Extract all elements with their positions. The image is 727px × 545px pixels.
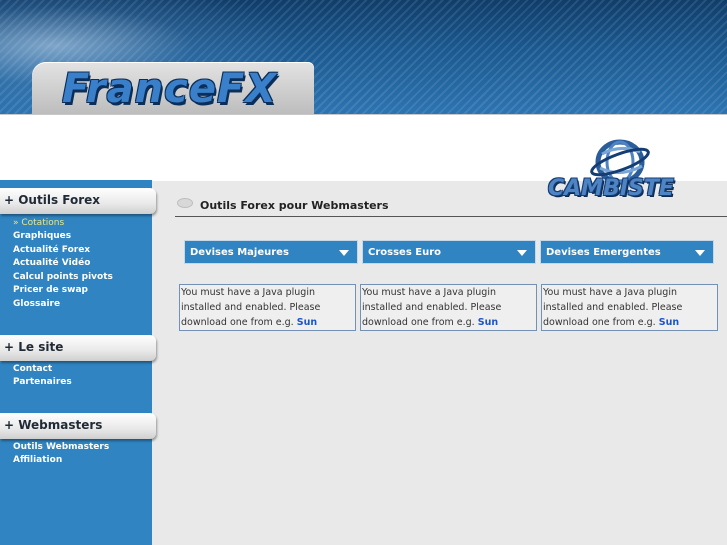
sidebar-item-partenaires[interactable]: Partenaires xyxy=(13,376,72,389)
header-banner: FranceFX xyxy=(0,0,727,114)
cambiste-wordmark: CAMBISTE xyxy=(548,176,674,201)
sidebar: + Outils Forex » Cotations Graphiques Ac… xyxy=(0,180,156,545)
chevron-down-icon xyxy=(517,250,527,256)
dropdown-devises-majeures[interactable]: Devises Majeures xyxy=(184,240,358,264)
sidebar-item-cotations[interactable]: » Cotations xyxy=(13,217,64,230)
sidebar-header-label: + Le site xyxy=(4,340,64,354)
java-applet-placeholder: You must have a Java plugin installed an… xyxy=(541,284,718,331)
sidebar-header-le-site[interactable]: + Le site xyxy=(0,335,156,361)
title-divider xyxy=(175,216,727,217)
page-title: Outils Forex pour Webmasters xyxy=(200,199,389,212)
sidebar-item-actualite-forex[interactable]: Actualité Forex xyxy=(13,244,90,257)
francefx-logo[interactable]: FranceFX xyxy=(62,66,277,112)
sun-link[interactable]: Sun xyxy=(659,317,679,328)
sidebar-item-graphiques[interactable]: Graphiques xyxy=(13,230,71,243)
title-bullet-icon xyxy=(177,198,193,208)
java-applet-placeholder: You must have a Java plugin installed an… xyxy=(179,284,356,331)
sidebar-item-contact[interactable]: Contact xyxy=(13,363,52,376)
sidebar-header-label: + Webmasters xyxy=(4,418,103,432)
sidebar-header-webmasters[interactable]: + Webmasters xyxy=(0,413,156,439)
sun-link[interactable]: Sun xyxy=(478,317,498,328)
sun-link[interactable]: Sun xyxy=(297,317,317,328)
sidebar-item-calcul-points-pivots[interactable]: Calcul points pivots xyxy=(13,271,113,284)
chevron-down-icon xyxy=(339,250,349,256)
dropdown-label: Devises Emergentes xyxy=(546,247,661,258)
java-applet-placeholder: You must have a Java plugin installed an… xyxy=(360,284,537,331)
sidebar-header-label: + Outils Forex xyxy=(4,193,101,207)
sidebar-item-pricer-de-swap[interactable]: Pricer de swap xyxy=(13,284,88,297)
dropdown-label: Crosses Euro xyxy=(368,247,442,258)
sidebar-header-outils-forex[interactable]: + Outils Forex xyxy=(0,188,156,214)
dropdown-crosses-euro[interactable]: Crosses Euro xyxy=(362,240,536,264)
dropdown-label: Devises Majeures xyxy=(190,247,289,258)
sidebar-item-outils-webmasters[interactable]: Outils Webmasters xyxy=(13,441,109,454)
sidebar-item-actualite-video[interactable]: Actualité Vidéo xyxy=(13,257,90,270)
cambiste-logo[interactable]: CAMBISTE xyxy=(548,136,698,206)
sidebar-item-glossaire[interactable]: Glossaire xyxy=(13,298,60,311)
logo-tab: FranceFX xyxy=(32,62,314,114)
sidebar-item-affiliation[interactable]: Affiliation xyxy=(13,454,62,467)
dropdown-devises-emergentes[interactable]: Devises Emergentes xyxy=(540,240,714,264)
chevron-down-icon xyxy=(695,250,705,256)
